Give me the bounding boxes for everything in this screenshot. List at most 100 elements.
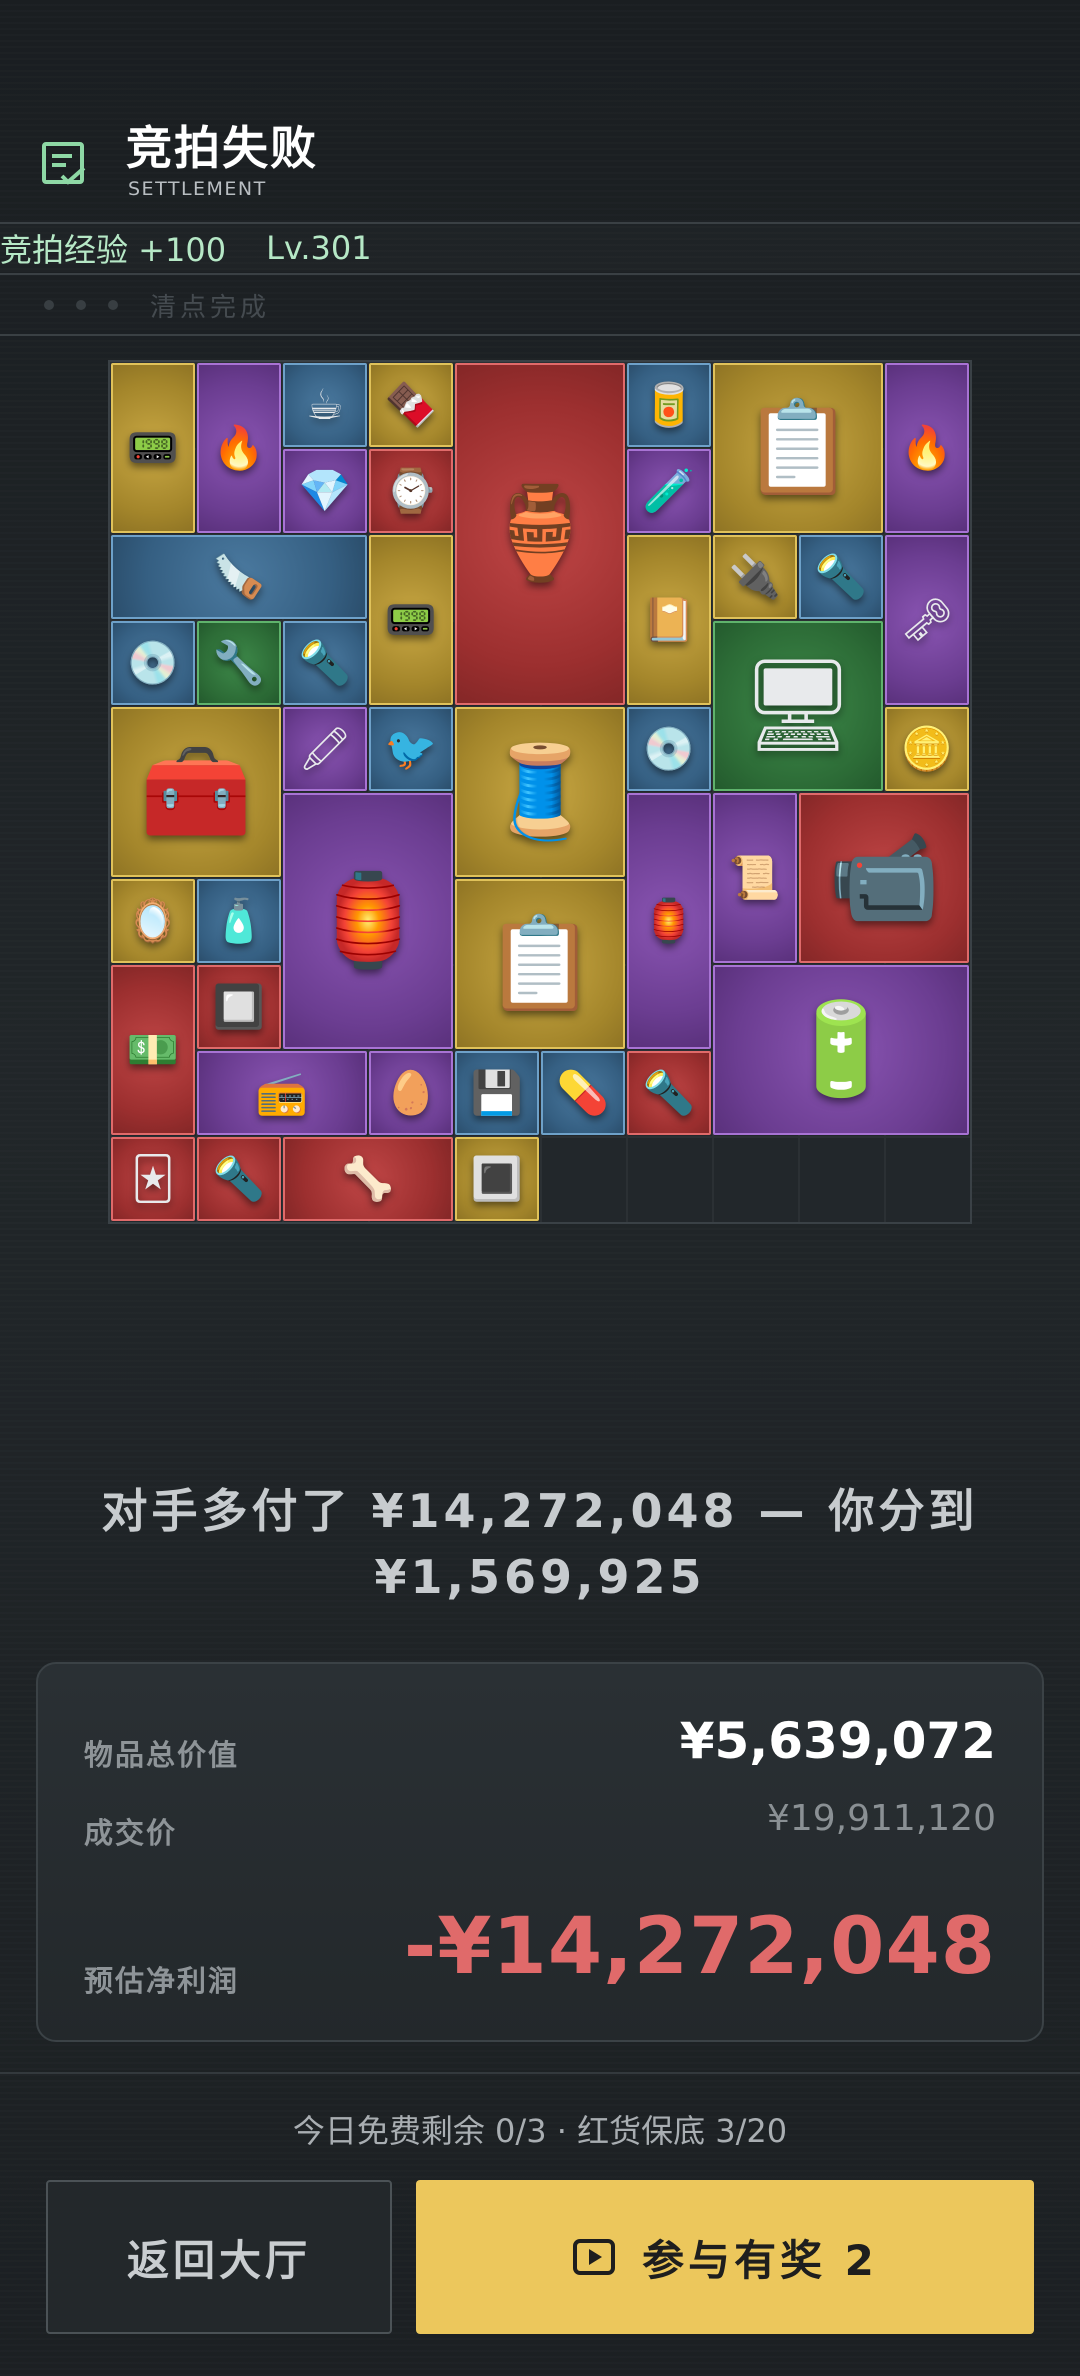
loot-item-car-battery[interactable]: 🔋 <box>713 965 969 1135</box>
loot-item-carabiner-light[interactable]: 🔦 <box>283 621 367 705</box>
join-reward-label: 参与有奖 2 <box>642 2235 878 2285</box>
loot-item-chocolate-bar[interactable]: 🍫 <box>369 363 453 447</box>
loot-item-earrings[interactable]: 💎 <box>283 449 367 533</box>
loot-item-cable-reel[interactable]: 🧵 <box>455 707 625 877</box>
loot-item-old-scroll[interactable]: 📜 <box>713 793 797 963</box>
old-scroll-icon: 📜 <box>728 853 782 902</box>
loot-item-cylinder-container[interactable]: 🥫 <box>627 363 711 447</box>
ornate-key-icon: 🗝 <box>900 595 954 644</box>
ammo-crate-icon: 🧰 <box>139 739 253 844</box>
loot-item-watch-reel[interactable]: ⌚ <box>369 449 453 533</box>
emblem-coin-icon: 🪙 <box>900 724 954 773</box>
deal-price-value: ¥19,911,120 <box>766 1798 996 1839</box>
divider <box>0 2072 1080 2074</box>
loot-item-blowtorch[interactable]: 🔥 <box>197 363 281 533</box>
keychain-flashlight-2-icon: 🔦 <box>642 1068 696 1117</box>
loot-item-blowtorch-2[interactable]: 🔥 <box>885 363 969 533</box>
banknote-icon: 💵 <box>126 1025 180 1074</box>
loot-item-hand-saw[interactable]: 🪚 <box>111 535 367 619</box>
keychain-flashlight-icon: 🔦 <box>814 552 868 601</box>
loot-item-boombox[interactable]: 📻 <box>197 1051 367 1135</box>
boombox-icon: 📻 <box>255 1068 309 1117</box>
handheld-device-2-icon: 📟 <box>384 595 438 644</box>
loot-item-handheld-device[interactable]: 📟 <box>111 363 195 533</box>
power-supply-icon: 🖥 <box>740 653 856 758</box>
clipboard-report-2-icon: 📋 <box>483 911 597 1016</box>
loot-item-clipboard-report[interactable]: 📋 <box>713 363 883 533</box>
progress-dot <box>108 300 118 310</box>
pill-bottle-icon: 💊 <box>556 1068 610 1117</box>
exp-row: 竞拍经验 +100 Lv.301 <box>0 224 1080 272</box>
handheld-device-icon: 📟 <box>126 423 180 472</box>
loot-item-leather-notebook[interactable]: 📔 <box>627 535 711 705</box>
summary-line-1: 对手多付了 ¥14,272,048 — 你分到 <box>101 1484 979 1538</box>
progress-dot <box>44 300 54 310</box>
loot-item-pliers[interactable]: 🔧 <box>197 621 281 705</box>
loot-item-power-supply[interactable]: 🖥 <box>713 621 883 791</box>
car-battery-icon: 🔋 <box>784 997 898 1102</box>
progress-dots <box>44 300 118 310</box>
old-lantern-icon: 🏮 <box>642 896 696 945</box>
loot-item-emblem-coin[interactable]: 🪙 <box>885 707 969 791</box>
clipboard-report-icon: 📋 <box>741 395 855 500</box>
exp-gain: 竞拍经验 +100 <box>0 231 227 269</box>
loot-item-compact-mirror[interactable]: 🪞 <box>111 879 195 963</box>
page-title: 竞拍失败 <box>126 121 318 175</box>
loot-item-keychain-flashlight-3[interactable]: 🔦 <box>197 1137 281 1221</box>
net-profit-label: 预估净利润 <box>84 1964 240 1998</box>
loot-item-old-lantern[interactable]: 🏮 <box>627 793 711 1049</box>
loot-item-pill-bottle[interactable]: 💊 <box>541 1051 625 1135</box>
loot-item-bird-figurine[interactable]: 🐦 <box>369 707 453 791</box>
divider <box>0 334 1080 336</box>
video-play-icon <box>573 2239 616 2275</box>
porcelain-ewer-icon: 🏺 <box>483 481 597 586</box>
loot-item-usb-key[interactable]: 🔌 <box>713 535 797 619</box>
join-reward-button[interactable]: 参与有奖 2 <box>416 2180 1034 2334</box>
loot-item-camcorder[interactable]: 📹 <box>799 793 969 963</box>
cylinder-container-icon: 🥫 <box>642 380 696 429</box>
loot-grid: 📟 🔥 ☕ 🍫 🏺 🥫 📋 🔥 💎 ⌚ 🧪 🪚 📟 📔 🔌 🔦 🗝 💿 🔧 🔦 🖥 🧰 🖍 🐦 🧵 💿 🪙 🏮 🏮 📜 📹 🪞 🧴 📋 🔋 💵 🔲 📻 🥚 💾… <box>108 360 972 1224</box>
camcorder-icon: 📹 <box>827 825 941 930</box>
loot-item-fossil-claw[interactable]: 🦴 <box>283 1137 453 1221</box>
circuit-module-icon: 🔲 <box>212 982 266 1031</box>
loot-item-cd-disc[interactable]: 💿 <box>111 621 195 705</box>
loot-item-fossil-egg[interactable]: 🥚 <box>369 1051 453 1135</box>
summary-text: 对手多付了 ¥14,272,048 — 你分到 ¥1,569,925 <box>0 1478 1080 1610</box>
loot-item-banknote[interactable]: 💵 <box>111 965 195 1135</box>
loot-item-clipboard-report-2[interactable]: 📋 <box>455 879 625 1049</box>
usb-drive-icon: 💾 <box>470 1068 524 1117</box>
loot-item-marker[interactable]: 🖍 <box>283 707 367 791</box>
loot-item-ornate-key[interactable]: 🗝 <box>885 535 969 705</box>
loot-item-cd-disc-2[interactable]: 💿 <box>627 707 711 791</box>
blowtorch-icon: 🔥 <box>212 423 266 472</box>
carabiner-light-icon: 🔦 <box>298 638 352 687</box>
loot-item-cpu-chip[interactable]: 🔳 <box>455 1137 539 1221</box>
total-value-label: 物品总价值 <box>84 1738 240 1772</box>
loot-item-ammo-crate[interactable]: 🧰 <box>111 707 281 877</box>
leather-notebook-icon: 📔 <box>642 595 696 644</box>
loot-item-usb-drive[interactable]: 💾 <box>455 1051 539 1135</box>
net-profit-value: -¥14,272,048 <box>403 1902 996 1992</box>
coffee-bag-icon: ☕ <box>306 380 344 429</box>
loot-item-handheld-device-2[interactable]: 📟 <box>369 535 453 705</box>
loot-item-circuit-module[interactable]: 🔲 <box>197 965 281 1049</box>
loot-item-spray-bottle[interactable]: 🧴 <box>197 879 281 963</box>
hand-saw-icon: 🪚 <box>212 552 266 601</box>
total-value: ¥5,639,072 <box>679 1712 996 1770</box>
loot-item-glowstick[interactable]: 🧪 <box>627 449 711 533</box>
loot-item-porcelain-ewer[interactable]: 🏺 <box>455 363 625 705</box>
earrings-icon: 💎 <box>298 466 352 515</box>
loot-item-keychain-flashlight-2[interactable]: 🔦 <box>627 1051 711 1135</box>
cd-disc-2-icon: 💿 <box>642 724 696 773</box>
back-to-lobby-button[interactable]: 返回大厅 <box>46 2180 392 2334</box>
ornate-card-icon: 🃏 <box>131 1154 175 1203</box>
usb-key-icon: 🔌 <box>728 552 782 601</box>
cd-disc-icon: 💿 <box>126 638 180 687</box>
loot-item-coffee-bag[interactable]: ☕ <box>283 363 367 447</box>
chocolate-bar-icon: 🍫 <box>384 380 438 429</box>
loot-item-ornate-card[interactable]: 🃏 <box>111 1137 195 1221</box>
settlement-icon <box>42 142 86 185</box>
loot-item-moroccan-lamp[interactable]: 🏮 <box>283 793 453 1049</box>
cpu-chip-icon: 🔳 <box>470 1154 524 1203</box>
loot-item-keychain-flashlight[interactable]: 🔦 <box>799 535 883 619</box>
